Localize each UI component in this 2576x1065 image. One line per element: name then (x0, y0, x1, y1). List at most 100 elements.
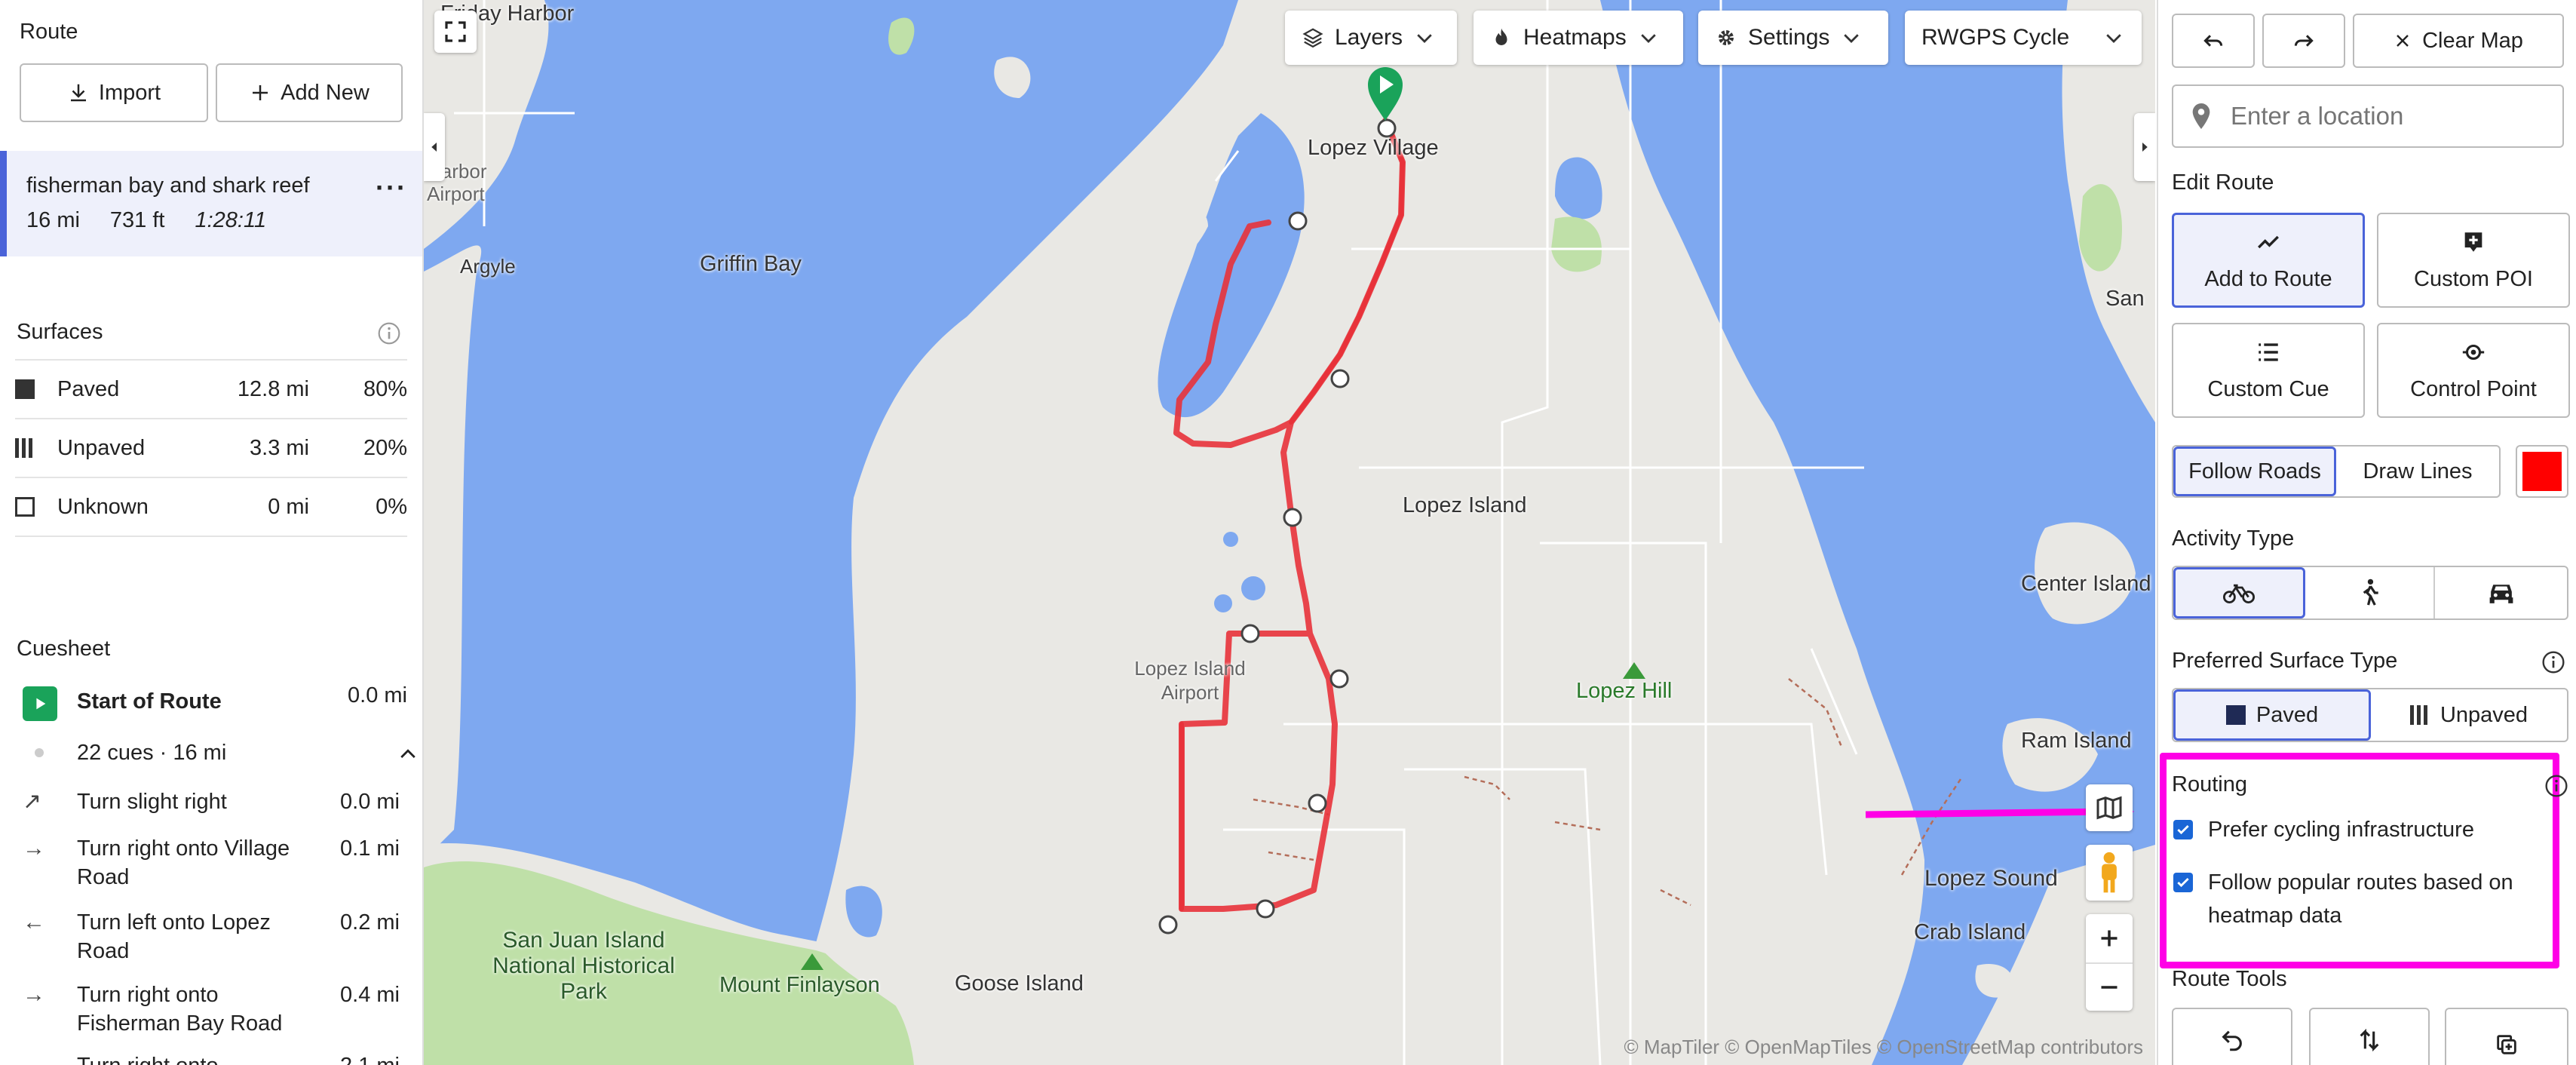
routing-profile-select[interactable]: RWGPS Cycle (1905, 11, 2142, 65)
copy-icon (2497, 1035, 2516, 1054)
popular-routes-checkbox[interactable] (2173, 873, 2193, 892)
add-new-button[interactable]: Add New (216, 63, 403, 122)
walk-icon (2363, 579, 2378, 606)
cue-item[interactable]: → Turn right onto Fisherman Bay Road 0.4… (23, 981, 400, 1038)
pegman-icon (2102, 852, 2117, 893)
cue-summary[interactable]: 22 cues · 16 mi (77, 741, 226, 766)
fullscreen-button[interactable] (434, 11, 477, 53)
map-style-button[interactable] (2086, 784, 2133, 831)
undo-icon (2203, 35, 2223, 47)
street-view-button[interactable] (2086, 845, 2133, 901)
unpaved-swatch (15, 438, 35, 458)
route-distance: 16 mi (26, 208, 80, 232)
left-sidebar: Route Import Add New fisherman bay and s… (0, 0, 424, 1065)
map-label: Ram Island (2021, 729, 2132, 753)
map-label: Griffin Bay (700, 252, 802, 276)
left-arrow-icon: ← (23, 910, 45, 935)
zoom-in-button[interactable] (2086, 914, 2133, 964)
import-button[interactable]: Import (20, 63, 208, 122)
follow-roads-button[interactable]: Follow Roads (2173, 447, 2336, 496)
minus-icon (2101, 986, 2118, 989)
location-input[interactable] (2229, 101, 2534, 131)
bike-icon (2223, 584, 2256, 603)
heatmaps-button[interactable]: Heatmaps (1474, 11, 1683, 65)
start-distance: 0.0 mi (348, 683, 407, 707)
chevron-right-icon (2142, 143, 2148, 152)
map-attribution[interactable]: © MapTiler © OpenMapTiles © OpenStreetMa… (1624, 1036, 2143, 1059)
routing-title: Routing (2172, 772, 2247, 796)
copy-route-button[interactable] (2445, 1008, 2568, 1065)
custom-cue-button[interactable]: Custom Cue (2172, 323, 2365, 418)
info-icon[interactable] (2544, 774, 2568, 798)
paved-option[interactable]: Paved (2173, 689, 2371, 741)
clear-map-button[interactable]: Clear Map (2353, 14, 2564, 68)
map-label: Lopez Village (1308, 136, 1439, 160)
surfaces-title: Surfaces (17, 320, 103, 344)
location-search (2172, 84, 2564, 148)
map-icon (2096, 796, 2122, 820)
bike-option[interactable] (2173, 567, 2305, 618)
redo-button[interactable] (2262, 14, 2345, 68)
map-label: Lopez Hill (1576, 679, 1673, 703)
zoom-controls (2086, 914, 2133, 1011)
popular-routes-option[interactable]: Follow popular routes based on heatmap d… (2173, 866, 2535, 932)
control-point-button[interactable]: Control Point (2377, 323, 2570, 418)
route-line[interactable] (424, 0, 2155, 1065)
surface-row-paved: Paved 12.8 mi 80% (15, 361, 407, 419)
checkmark-icon (2177, 824, 2189, 835)
collapse-left-panel-button[interactable] (424, 113, 445, 181)
unpaved-stripes-icon (2409, 705, 2430, 725)
download-icon (70, 84, 86, 102)
cue-item[interactable]: ↗ Turn slight right 0.0 mi (23, 787, 400, 816)
map-canvas[interactable]: Friday Harbor Harbor Airport Argyle Grif… (424, 0, 2155, 1065)
add-to-route-button[interactable]: Add to Route (2172, 213, 2365, 308)
map-label: Crab Island (1914, 920, 2026, 944)
right-arrow-icon: → (23, 982, 45, 1007)
unpaved-option[interactable]: Unpaved (2371, 689, 2567, 741)
draw-lines-button[interactable]: Draw Lines (2336, 447, 2499, 496)
walk-option[interactable] (2305, 567, 2436, 618)
route-line-icon (2258, 235, 2279, 248)
list-icon (2259, 342, 2278, 361)
collapse-right-panel-button[interactable] (2134, 113, 2155, 181)
chevron-up-icon[interactable] (397, 742, 419, 765)
map-label: Lopez Island (1403, 493, 1527, 517)
more-options-icon[interactable]: ··· (376, 172, 407, 204)
start-marker-icon (1368, 67, 1403, 121)
zoom-out-button[interactable] (2086, 964, 2133, 1011)
start-of-route-label: Start of Route (77, 689, 222, 714)
surface-type-toggle: Paved Unpaved (2172, 688, 2568, 742)
cue-item[interactable]: → Turn right onto Village Road 0.1 mi (23, 834, 400, 892)
prefer-cycling-option[interactable]: Prefer cycling infrastructure (2173, 813, 2550, 846)
map-label: Argyle (460, 255, 516, 278)
surface-row-unpaved: Unpaved 3.3 mi 20% (15, 419, 407, 478)
return-arrow-icon (2222, 1030, 2242, 1051)
swap-direction-button[interactable] (2309, 1008, 2430, 1065)
target-icon (2462, 344, 2485, 360)
custom-poi-button[interactable]: Custom POI (2377, 213, 2570, 308)
chevron-down-icon (1844, 34, 1860, 43)
route-color-swatch (2522, 452, 2562, 491)
prefer-cycling-checkbox[interactable] (2173, 820, 2193, 839)
route-tools-title: Route Tools (2172, 967, 2287, 991)
reverse-route-button[interactable] (2172, 1008, 2292, 1065)
map-label: Mount Finlayson (719, 973, 880, 997)
edit-route-title: Edit Route (2172, 170, 2274, 195)
activity-type-toggle (2172, 566, 2568, 620)
undo-button[interactable] (2172, 14, 2255, 68)
settings-button[interactable]: Settings (1698, 11, 1888, 65)
layers-button[interactable]: Layers (1285, 11, 1457, 65)
map-label: San Juan Island National Historical Park (492, 928, 675, 1004)
car-option[interactable] (2435, 567, 2567, 618)
poi-pin-icon (2464, 232, 2482, 252)
route-card[interactable]: fisherman bay and shark reef 16 mi 731 f… (0, 151, 422, 256)
start-flag-icon (23, 686, 57, 721)
info-icon[interactable] (2541, 650, 2565, 674)
route-color-button[interactable] (2516, 445, 2568, 498)
cue-item[interactable]: → Turn right onto Bayshore 2.1 mi (23, 1051, 400, 1065)
swap-arrows-icon (2360, 1028, 2379, 1052)
cue-item[interactable]: ← Turn left onto Lopez Road 0.2 mi (23, 908, 400, 965)
info-icon[interactable] (377, 321, 401, 345)
map-label: Center Island (2021, 572, 2151, 596)
fullscreen-icon (445, 21, 466, 42)
